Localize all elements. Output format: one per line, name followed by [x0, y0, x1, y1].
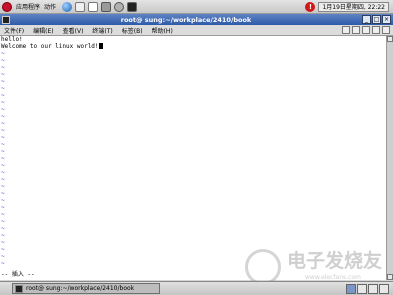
- workspace-3[interactable]: [368, 283, 378, 294]
- printer-status-icon[interactable]: [372, 26, 380, 34]
- text-cursor: [98, 43, 103, 49]
- empty-line-tilde: ~: [1, 99, 5, 106]
- empty-line-tilde: ~: [1, 183, 5, 190]
- empty-line-tilde: ~: [1, 162, 5, 169]
- maximize-button[interactable]: □: [372, 15, 381, 24]
- menu-help[interactable]: 帮助(H): [152, 26, 173, 35]
- empty-line-tilde: ~: [1, 92, 5, 99]
- volume-icon[interactable]: [352, 26, 360, 34]
- empty-line-tilde: ~: [1, 225, 5, 232]
- taskbar-window-button[interactable]: root@ sung:~/workplace/2410/book: [12, 283, 160, 294]
- close-button[interactable]: ×: [382, 15, 391, 24]
- empty-line-tilde: ~: [1, 176, 5, 183]
- menu-tabs[interactable]: 标签(B): [122, 26, 143, 35]
- empty-line-tilde: ~: [1, 113, 5, 120]
- watermark-brand: 电子发烧友: [287, 250, 383, 272]
- empty-line-tilde: ~: [1, 190, 5, 197]
- settings-icon[interactable]: [114, 1, 125, 12]
- menubar: 文件(F) 编辑(E) 查看(V) 终端(T) 标签(B) 帮助(H): [0, 25, 393, 36]
- minimize-button[interactable]: _: [362, 15, 371, 24]
- menu-view[interactable]: 查看(V): [63, 26, 84, 35]
- empty-line-tilde: ~: [1, 85, 5, 92]
- workspace-1[interactable]: [346, 283, 356, 294]
- launcher-group: [62, 1, 138, 12]
- empty-line-tilde: ~: [1, 106, 5, 113]
- terminal-task-icon: [15, 284, 23, 293]
- empty-line-tilde: ~: [1, 134, 5, 141]
- empty-line-tilde: ~: [1, 218, 5, 225]
- terminal-window-icon[interactable]: [2, 15, 10, 24]
- vim-mode-indicator: -- 插入 --: [1, 271, 35, 278]
- network-icon[interactable]: [342, 26, 350, 34]
- empty-line-tilde: ~: [1, 211, 5, 218]
- keyboard-icon[interactable]: [382, 26, 390, 34]
- terminal-line-current: Welcome to our linux world!: [0, 43, 386, 50]
- scroll-up-arrow[interactable]: [387, 36, 393, 42]
- empty-line-tilde: ~: [1, 169, 5, 176]
- email-icon[interactable]: [75, 1, 86, 12]
- empty-line-tilde: ~: [1, 64, 5, 71]
- empty-line-tilde: ~: [1, 197, 5, 204]
- redhat-menu-icon[interactable]: [2, 1, 12, 12]
- top-panel: 应用程序 动作 ! 1月19日星期四, 22:22: [0, 0, 393, 14]
- panel-clock[interactable]: 1月19日星期四, 22:22: [318, 1, 389, 12]
- terminal-line-text: Welcome to our linux world!: [1, 43, 99, 50]
- bottom-taskbar: root@ sung:~/workplace/2410/book: [0, 281, 393, 295]
- applications-menu[interactable]: 应用程序: [16, 2, 40, 11]
- menu-terminal[interactable]: 终端(T): [92, 26, 112, 35]
- menu-file[interactable]: 文件(F): [4, 26, 24, 35]
- empty-line-tilde: ~: [1, 127, 5, 134]
- terminal-launcher-icon[interactable]: [127, 1, 138, 12]
- empty-line-tilde: ~: [1, 120, 5, 127]
- actions-menu[interactable]: 动作: [44, 2, 56, 11]
- terminal-line: hello!: [1, 36, 23, 43]
- printer-icon[interactable]: [101, 1, 112, 12]
- taskbar-window-label: root@ sung:~/workplace/2410/book: [26, 285, 135, 292]
- empty-line-tilde: ~: [1, 232, 5, 239]
- workspace-2[interactable]: [357, 283, 367, 294]
- window-titlebar[interactable]: root@ sung:~/workplace/2410/book _ □ ×: [0, 14, 393, 25]
- empty-line-tilde: ~: [1, 155, 5, 162]
- empty-line-tilde: ~: [1, 57, 5, 64]
- empty-line-markers: ~ ~ ~ ~ ~ ~ ~ ~ ~ ~ ~ ~ ~ ~ ~ ~ ~ ~ ~ ~ ~ ~ ~ ~ ~ ~ ~ ~ ~ ~ ~: [0, 50, 386, 267]
- web-browser-icon[interactable]: [62, 1, 73, 12]
- document-icon[interactable]: [88, 1, 99, 12]
- status-icon[interactable]: [362, 26, 370, 34]
- empty-line-tilde: ~: [1, 204, 5, 211]
- menu-edit[interactable]: 编辑(E): [33, 26, 53, 35]
- window-title: root@ sung:~/workplace/2410/book: [120, 15, 252, 24]
- empty-line-tilde: ~: [1, 50, 5, 57]
- empty-line-tilde: ~: [1, 141, 5, 148]
- empty-line-tilde: ~: [1, 78, 5, 85]
- workspace-pager: [346, 283, 393, 294]
- empty-line-tilde: ~: [1, 148, 5, 155]
- workspace-4[interactable]: [379, 283, 389, 294]
- update-alert-icon[interactable]: !: [305, 1, 316, 12]
- empty-line-tilde: ~: [1, 71, 5, 78]
- watermark-logo-icon: [245, 249, 281, 285]
- watermark-url: www.elecfans.com: [305, 274, 361, 281]
